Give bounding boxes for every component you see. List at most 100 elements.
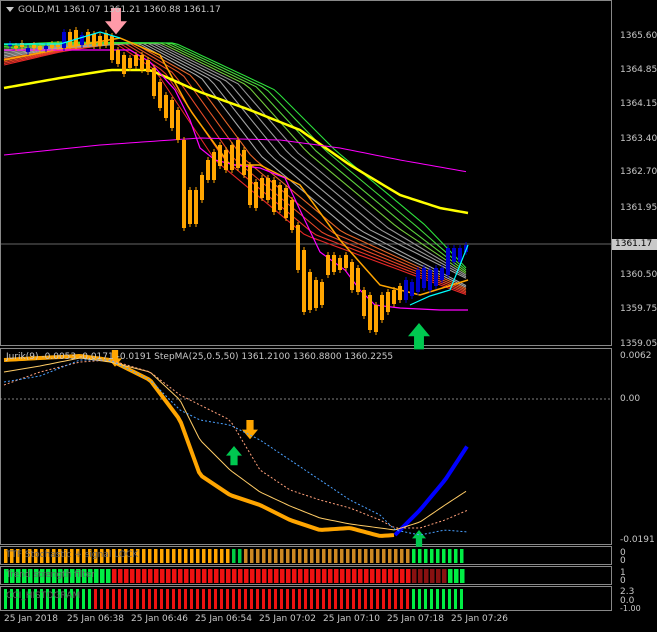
- price-label: 1363.40: [620, 134, 657, 144]
- bar2-histogram: [406, 569, 411, 583]
- bar3-histogram: [304, 589, 307, 609]
- bar3-histogram: [256, 589, 259, 609]
- candle-body: [452, 248, 456, 262]
- bar1-label: TTF Stochastic + signal LOCK: [6, 550, 139, 560]
- candle-body: [242, 150, 246, 175]
- bar2-histogram: [226, 569, 231, 583]
- bar3-histogram: [412, 589, 415, 609]
- bar3-histogram: [94, 589, 97, 609]
- price-label: 1364.85: [620, 65, 657, 75]
- bar3-histogram: [250, 589, 253, 609]
- bar1-histogram: [298, 549, 302, 563]
- bar2-histogram: [256, 569, 261, 583]
- bar2-axis: 0: [620, 576, 626, 586]
- time-label: 25 Jan 06:38: [67, 614, 124, 624]
- bar1-axis: 0: [620, 556, 626, 566]
- current-price-box: 1361.17: [612, 239, 657, 250]
- low-value: 1360.88: [143, 5, 181, 15]
- bar1-histogram: [412, 549, 416, 563]
- bar1-histogram: [160, 549, 164, 563]
- candle-body: [206, 160, 210, 180]
- bar3-histogram: [262, 589, 265, 609]
- bar3-histogram: [196, 589, 199, 609]
- bar2-histogram: [166, 569, 171, 583]
- bar3-histogram: [430, 589, 433, 609]
- bar1-histogram: [340, 549, 344, 563]
- price-label: 1360.50: [620, 270, 657, 280]
- candle-body: [200, 175, 204, 200]
- bar1-histogram: [322, 549, 326, 563]
- bar2-histogram: [184, 569, 189, 583]
- indicator-axis-label: -0.0191: [620, 535, 655, 545]
- bar3-histogram: [424, 589, 427, 609]
- bar1-histogram: [376, 549, 380, 563]
- candle-body: [134, 55, 138, 66]
- signal-line: [3, 357, 467, 531]
- candle-body: [440, 268, 444, 280]
- candle-body: [236, 140, 240, 168]
- candle-body: [308, 272, 312, 310]
- bar1-histogram: [442, 549, 446, 563]
- bar3-histogram: [148, 589, 151, 609]
- bar1-histogram: [316, 549, 320, 563]
- collapse-triangle-icon[interactable]: [6, 7, 14, 12]
- price-label: 1359.05: [620, 339, 657, 349]
- bar1-histogram: [448, 549, 452, 563]
- bar3-histogram: [226, 589, 229, 609]
- bar1-histogram: [400, 549, 404, 563]
- candle-body: [152, 68, 156, 96]
- bar2-histogram: [454, 569, 459, 583]
- candle-body: [284, 188, 288, 218]
- bar2-histogram: [178, 569, 183, 583]
- ribbon-line: [3, 42, 467, 294]
- bar3-histogram: [442, 589, 445, 609]
- candle-body: [422, 268, 426, 288]
- jurik-bear-line: [3, 354, 395, 538]
- bar1-histogram: [430, 549, 434, 563]
- candle-body: [356, 268, 360, 292]
- bar3-histogram: [298, 589, 301, 609]
- bar2-histogram: [220, 569, 225, 583]
- chart-header: GOLD,M1 1361.07 1361.21 1360.88 1361.17: [6, 5, 221, 15]
- bar3-histogram: [244, 589, 247, 609]
- bar1-histogram: [406, 549, 410, 563]
- bar2-histogram: [418, 569, 423, 583]
- bar3-histogram: [184, 589, 187, 609]
- bar2-histogram: [136, 569, 141, 583]
- bar3-axis: -1.00: [620, 604, 641, 613]
- bar2-histogram: [334, 569, 339, 583]
- bar1-histogram: [388, 549, 392, 563]
- bar1-histogram: [184, 549, 188, 563]
- candle-body: [338, 258, 342, 270]
- candle-body: [302, 250, 306, 312]
- candle-body: [128, 58, 132, 68]
- bar3-histogram: [400, 589, 403, 609]
- bar1-histogram: [250, 549, 254, 563]
- time-label: 25 Jan 06:46: [131, 614, 188, 624]
- candle-body: [218, 145, 222, 166]
- bar2-histogram: [394, 569, 399, 583]
- bar2-histogram: [328, 569, 333, 583]
- bar1-histogram: [238, 549, 242, 563]
- candle-body: [320, 282, 324, 305]
- bar2-histogram: [358, 569, 363, 583]
- time-label: 25 Jan 07:18: [387, 614, 444, 624]
- bar2-histogram: [370, 569, 375, 583]
- bar2-histogram: [448, 569, 453, 583]
- bar2-histogram: [442, 569, 447, 583]
- bar2-histogram: [208, 569, 213, 583]
- time-label: 25 Jan 07:02: [259, 614, 316, 624]
- candle-body: [434, 268, 438, 286]
- bar3-histogram: [292, 589, 295, 609]
- bar3-histogram: [232, 589, 235, 609]
- bar1-histogram: [352, 549, 356, 563]
- bar2-histogram: [280, 569, 285, 583]
- bar3-histogram: [130, 589, 133, 609]
- bar3-histogram: [124, 589, 127, 609]
- bar1-histogram: [154, 549, 158, 563]
- bar3-histogram: [88, 589, 91, 609]
- bar2-histogram: [340, 569, 345, 583]
- bar1-histogram: [292, 549, 296, 563]
- slow-magenta-line: [3, 137, 467, 173]
- bar2-histogram: [412, 569, 417, 583]
